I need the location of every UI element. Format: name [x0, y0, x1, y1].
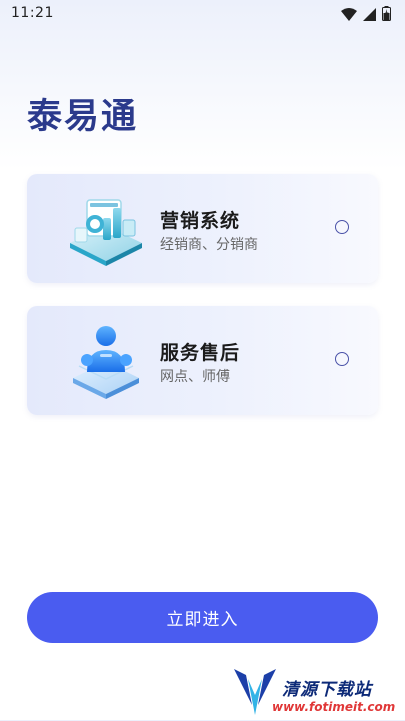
watermark-title: 清源下载站 [282, 680, 372, 700]
status-bar: 11:21 [0, 0, 405, 28]
service-person-illustration [65, 320, 147, 402]
status-icons [341, 6, 391, 25]
data-dashboard-illustration [65, 188, 147, 270]
enter-button[interactable]: 立即进入 [27, 592, 378, 643]
option-card-service[interactable]: 服务售后 网点、师傅 [27, 306, 378, 415]
watermark-url: www.fotimeit.com [272, 700, 396, 714]
wifi-icon [341, 6, 357, 25]
option-title: 服务售后 [160, 342, 241, 364]
app-title: 泰易通 [27, 97, 139, 137]
signal-icon [363, 6, 376, 25]
option-subtitle: 经销商、分销商 [160, 237, 258, 253]
radio-button[interactable] [335, 352, 349, 366]
status-time: 11:21 [11, 5, 54, 21]
option-title: 营销系统 [160, 210, 241, 232]
radio-button[interactable] [335, 220, 349, 234]
battery-icon [382, 6, 391, 25]
watermark: 清源下载站 www.fotimeit.com [232, 665, 405, 720]
option-subtitle: 网点、师傅 [160, 369, 230, 385]
option-card-marketing[interactable]: 营销系统 经销商、分销商 [27, 174, 378, 283]
